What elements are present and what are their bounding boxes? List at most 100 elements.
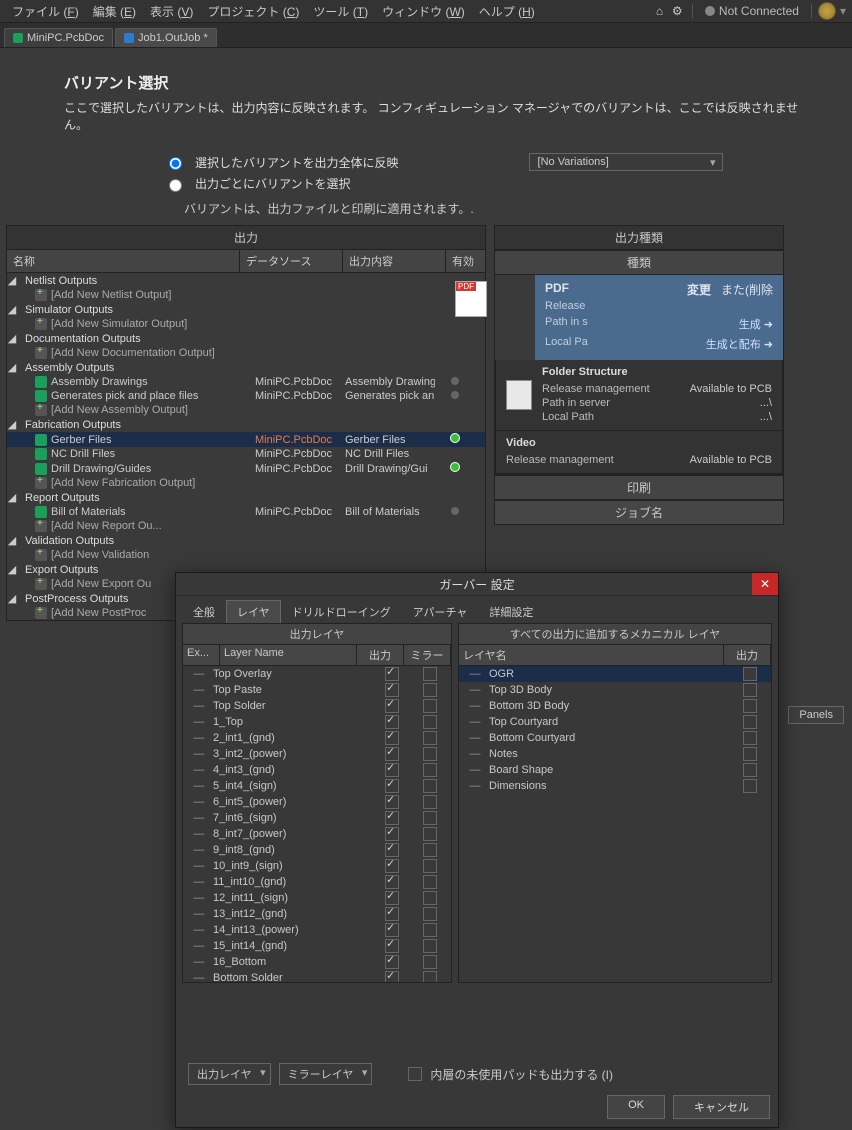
output-checkbox[interactable] (385, 747, 399, 761)
pdf-delete[interactable]: また(削除 (721, 283, 773, 297)
add-new-output[interactable]: [Add New Documentation Output] (7, 346, 485, 360)
menu-file[interactable]: ファイル (F) (6, 1, 85, 22)
add-new-output[interactable]: [Add New Fabrication Output] (7, 476, 485, 490)
category-row[interactable]: ◢Report Outputs (7, 490, 485, 505)
output-item[interactable]: NC Drill FilesMiniPC.PcbDocNC Drill File… (7, 447, 485, 461)
output-checkbox[interactable] (385, 875, 399, 889)
mirror-checkbox[interactable] (423, 859, 437, 873)
layer-row[interactable]: 1_Top (183, 714, 451, 730)
pdf-change[interactable]: 変更 (687, 283, 711, 297)
layer-row[interactable]: 14_int13_(power) (183, 922, 451, 938)
mech-layer-row[interactable]: Bottom 3D Body (459, 698, 771, 714)
add-new-output[interactable]: [Add New Assembly Output] (7, 403, 485, 417)
layer-row[interactable]: Top Paste (183, 682, 451, 698)
layer-row[interactable]: Top Solder (183, 698, 451, 714)
pdf-gendist[interactable]: 生成と配布 ➜ (706, 336, 773, 352)
menu-edit[interactable]: 編集 (E) (87, 1, 142, 22)
output-checkbox[interactable] (385, 891, 399, 905)
ok-button[interactable]: OK (607, 1095, 665, 1119)
mech-output-checkbox[interactable] (743, 779, 757, 793)
layer-row[interactable]: 2_int1_(gnd) (183, 730, 451, 746)
mirror-checkbox[interactable] (423, 715, 437, 729)
output-tree[interactable]: ◢Netlist Outputs[Add New Netlist Output]… (6, 273, 486, 621)
chevron-down-icon[interactable]: ▾ (840, 4, 846, 18)
output-checkbox[interactable] (385, 715, 399, 729)
mech-layer-row[interactable]: Dimensions (459, 778, 771, 794)
add-new-output[interactable]: [Add New Validation (7, 548, 485, 562)
output-checkbox[interactable] (385, 699, 399, 713)
tab-layers[interactable]: レイヤ (226, 600, 281, 623)
output-item[interactable]: Generates pick and place filesMiniPC.Pcb… (7, 389, 485, 403)
output-checkbox[interactable] (385, 939, 399, 953)
output-checkbox[interactable] (385, 843, 399, 857)
layer-row[interactable]: 10_int9_(sign) (183, 858, 451, 874)
category-row[interactable]: ◢Documentation Outputs (7, 331, 485, 346)
layer-row[interactable]: 11_int10_(gnd) (183, 874, 451, 890)
output-item[interactable]: Gerber FilesMiniPC.PcbDocGerber Files (7, 432, 485, 447)
mech-output-checkbox[interactable] (743, 715, 757, 729)
mech-layer-row[interactable]: OGR (459, 666, 771, 682)
menu-tool[interactable]: ツール (T) (307, 1, 374, 22)
output-checkbox[interactable] (385, 923, 399, 937)
output-checkbox[interactable] (385, 667, 399, 681)
mech-layer-row[interactable]: Top Courtyard (459, 714, 771, 730)
mirror-checkbox[interactable] (423, 795, 437, 809)
mech-list[interactable]: OGRTop 3D BodyBottom 3D BodyTop Courtyar… (458, 666, 772, 983)
mirror-layer-dropdown[interactable]: ミラーレイヤ (279, 1063, 373, 1085)
layer-row[interactable]: 5_int4_(sign) (183, 778, 451, 794)
connection-status[interactable]: Not Connected (699, 4, 805, 18)
menu-project[interactable]: プロジェクト (C) (201, 1, 305, 22)
cancel-button[interactable]: キャンセル (673, 1095, 770, 1119)
layer-row[interactable]: 16_Bottom (183, 954, 451, 970)
mech-output-checkbox[interactable] (743, 731, 757, 745)
category-row[interactable]: ◢Validation Outputs (7, 533, 485, 548)
tab-minipc-pcbdoc[interactable]: MiniPC.PcbDoc (4, 28, 113, 47)
tab-job1-outjob[interactable]: Job1.OutJob * (115, 28, 217, 47)
layer-row[interactable]: 7_int6_(sign) (183, 810, 451, 826)
menu-help[interactable]: ヘルプ (H) (473, 1, 541, 22)
output-checkbox[interactable] (385, 827, 399, 841)
menu-view[interactable]: 表示 (V) (144, 1, 199, 22)
tab-general[interactable]: 全般 (182, 600, 226, 623)
mirror-checkbox[interactable] (423, 747, 437, 761)
layers-list[interactable]: Top OverlayTop PasteTop Solder1_Top2_int… (182, 666, 452, 983)
mirror-checkbox[interactable] (423, 731, 437, 745)
tab-aperture[interactable]: アパーチャ (402, 600, 479, 623)
layer-row[interactable]: 13_int12_(gnd) (183, 906, 451, 922)
layer-row[interactable]: Bottom Solder (183, 970, 451, 983)
mech-output-checkbox[interactable] (743, 747, 757, 761)
mech-layer-row[interactable]: Bottom Courtyard (459, 730, 771, 746)
output-item[interactable]: Assembly DrawingsMiniPC.PcbDocAssembly D… (7, 375, 485, 389)
output-checkbox[interactable] (385, 859, 399, 873)
mech-output-checkbox[interactable] (743, 667, 757, 681)
mirror-checkbox[interactable] (423, 843, 437, 857)
output-checkbox[interactable] (385, 795, 399, 809)
user-icon[interactable] (818, 2, 836, 20)
panels-button[interactable]: Panels (788, 706, 844, 724)
mirror-checkbox[interactable] (423, 939, 437, 953)
output-layer-dropdown[interactable]: 出力レイヤ (188, 1063, 271, 1085)
mirror-checkbox[interactable] (423, 699, 437, 713)
radio-apply-all[interactable] (169, 157, 182, 170)
mirror-checkbox[interactable] (423, 971, 437, 983)
output-checkbox[interactable] (385, 811, 399, 825)
output-checkbox[interactable] (385, 907, 399, 921)
layer-row[interactable]: 12_int11_(sign) (183, 890, 451, 906)
mech-layer-row[interactable]: Board Shape (459, 762, 771, 778)
home-icon[interactable] (656, 4, 670, 18)
add-new-output[interactable]: [Add New Netlist Output] (7, 288, 485, 302)
layer-row[interactable]: 4_int3_(gnd) (183, 762, 451, 778)
layer-row[interactable]: 3_int2_(power) (183, 746, 451, 762)
output-checkbox[interactable] (385, 955, 399, 969)
mirror-checkbox[interactable] (423, 667, 437, 681)
output-checkbox[interactable] (385, 971, 399, 983)
mirror-checkbox[interactable] (423, 891, 437, 905)
layer-row[interactable]: Top Overlay (183, 666, 451, 682)
category-row[interactable]: ◢Netlist Outputs (7, 273, 485, 288)
mech-output-checkbox[interactable] (743, 763, 757, 777)
tab-advanced[interactable]: 詳細設定 (478, 600, 544, 623)
layer-row[interactable]: 9_int8_(gnd) (183, 842, 451, 858)
pdf-container[interactable]: PDF 変更 また(削除 Release Path in s生成 ➜ Local… (535, 275, 783, 360)
mirror-checkbox[interactable] (423, 763, 437, 777)
output-checkbox[interactable] (385, 683, 399, 697)
